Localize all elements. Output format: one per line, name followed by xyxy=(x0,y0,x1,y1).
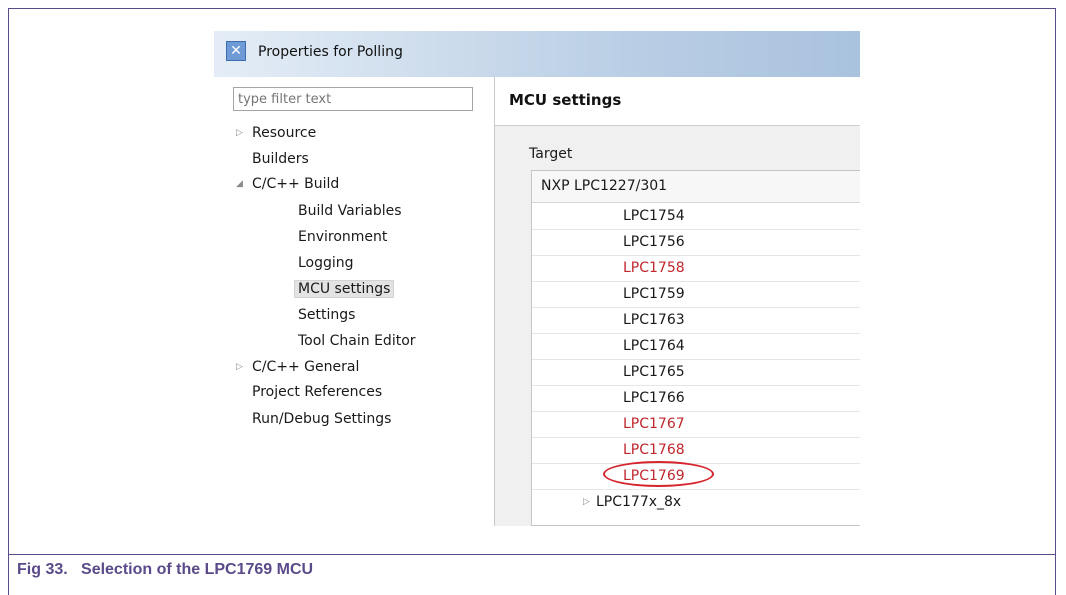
tree-item-label: Logging xyxy=(298,255,354,271)
mcu-row-lpc177x-8x[interactable]: ▷ LPC177x_8x xyxy=(532,489,860,515)
tree-item-builders[interactable]: Builders xyxy=(252,147,309,171)
mcu-label: LPC1765 xyxy=(623,364,685,380)
tree-item-label: Run/Debug Settings xyxy=(252,411,392,427)
tree-item-label: C/C++ Build xyxy=(252,176,340,192)
tree-item-label: C/C++ General xyxy=(252,359,360,375)
window-title: Properties for Polling xyxy=(258,44,403,60)
mcu-row-lpc1766[interactable]: LPC1766 xyxy=(532,385,860,412)
preferences-tree-pane: ▷ Resource Builders ◢ C/C++ Build Build … xyxy=(214,77,495,526)
tree-item-environment[interactable]: Environment xyxy=(298,225,387,249)
mcu-settings-page: MCU settings Target NXP LPC1227/301 LPC1… xyxy=(495,77,860,526)
mcu-row-lpc1767[interactable]: LPC1767 xyxy=(532,411,860,438)
mcu-label: LPC1768 xyxy=(623,442,685,458)
tree-item-mcu-settings[interactable]: MCU settings xyxy=(294,277,395,301)
tree-item-label: Tool Chain Editor xyxy=(298,333,416,349)
tree-item-label: Project References xyxy=(252,384,383,400)
caption-divider xyxy=(8,554,1056,555)
tree-item-label: Resource xyxy=(252,125,317,141)
mcu-row-lpc1769[interactable]: LPC1769 xyxy=(532,461,860,490)
mcu-label: LPC1754 xyxy=(623,208,685,224)
mcu-label: LPC1759 xyxy=(623,286,685,302)
list-header: NXP LPC1227/301 xyxy=(532,171,860,203)
tree-item-run-debug-settings[interactable]: Run/Debug Settings xyxy=(252,407,391,431)
mcu-row-lpc1759[interactable]: LPC1759 xyxy=(532,281,860,308)
mcu-label: LPC1763 xyxy=(623,312,685,328)
tree-item-build-variables[interactable]: Build Variables xyxy=(298,199,402,223)
mcu-row-lpc1768[interactable]: LPC1768 xyxy=(532,437,860,464)
tree-item-settings[interactable]: Settings xyxy=(298,303,355,327)
mcu-label: LPC1756 xyxy=(623,234,685,250)
tree-item-project-references[interactable]: Project References xyxy=(252,380,382,404)
page-header: MCU settings xyxy=(495,77,860,126)
mcu-label: LPC177x_8x xyxy=(596,494,682,510)
tree-item-logging[interactable]: Logging xyxy=(298,251,354,275)
mcu-label: LPC1767 xyxy=(623,416,685,432)
title-bar: ✕ Properties for Polling xyxy=(214,31,860,78)
expand-arrow-icon[interactable]: ▷ xyxy=(236,121,243,145)
tree-item-label: Build Variables xyxy=(298,203,402,219)
figure-caption: Fig 33. Selection of the LPC1769 MCU xyxy=(17,561,314,578)
properties-dialog: ✕ Properties for Polling ▷ Resource Buil… xyxy=(214,31,860,526)
mcu-label: LPC1766 xyxy=(623,390,685,406)
tree-item-tool-chain-editor[interactable]: Tool Chain Editor xyxy=(298,329,416,353)
tree-item-label: MCU settings xyxy=(294,280,395,298)
page-title: MCU settings xyxy=(509,91,622,109)
expand-arrow-icon[interactable]: ▷ xyxy=(236,355,243,379)
tree-item-label: Settings xyxy=(298,307,356,323)
mcu-target-list[interactable]: NXP LPC1227/301 LPC1754 LPC1756 LPC1758 … xyxy=(531,170,860,526)
mcu-row-lpc1765[interactable]: LPC1765 xyxy=(532,359,860,386)
expand-arrow-icon[interactable]: ▷ xyxy=(583,489,590,515)
tree-item-label: Builders xyxy=(252,151,309,167)
mcu-row-lpc1756[interactable]: LPC1756 xyxy=(532,229,860,256)
mcu-label: LPC1764 xyxy=(623,338,685,354)
target-label: Target xyxy=(529,146,573,162)
tree-item-label: Environment xyxy=(298,229,388,245)
mcu-label: LPC1758 xyxy=(623,260,685,276)
eclipse-app-icon: ✕ xyxy=(226,41,246,61)
mcu-row-lpc1763[interactable]: LPC1763 xyxy=(532,307,860,334)
filter-input[interactable] xyxy=(233,87,473,111)
mcu-row-lpc1754[interactable]: LPC1754 xyxy=(532,203,860,230)
mcu-label: LPC1769 xyxy=(623,468,685,484)
collapse-arrow-icon[interactable]: ◢ xyxy=(236,172,243,196)
mcu-row-lpc1758[interactable]: LPC1758 xyxy=(532,255,860,282)
mcu-row-lpc1764[interactable]: LPC1764 xyxy=(532,333,860,360)
